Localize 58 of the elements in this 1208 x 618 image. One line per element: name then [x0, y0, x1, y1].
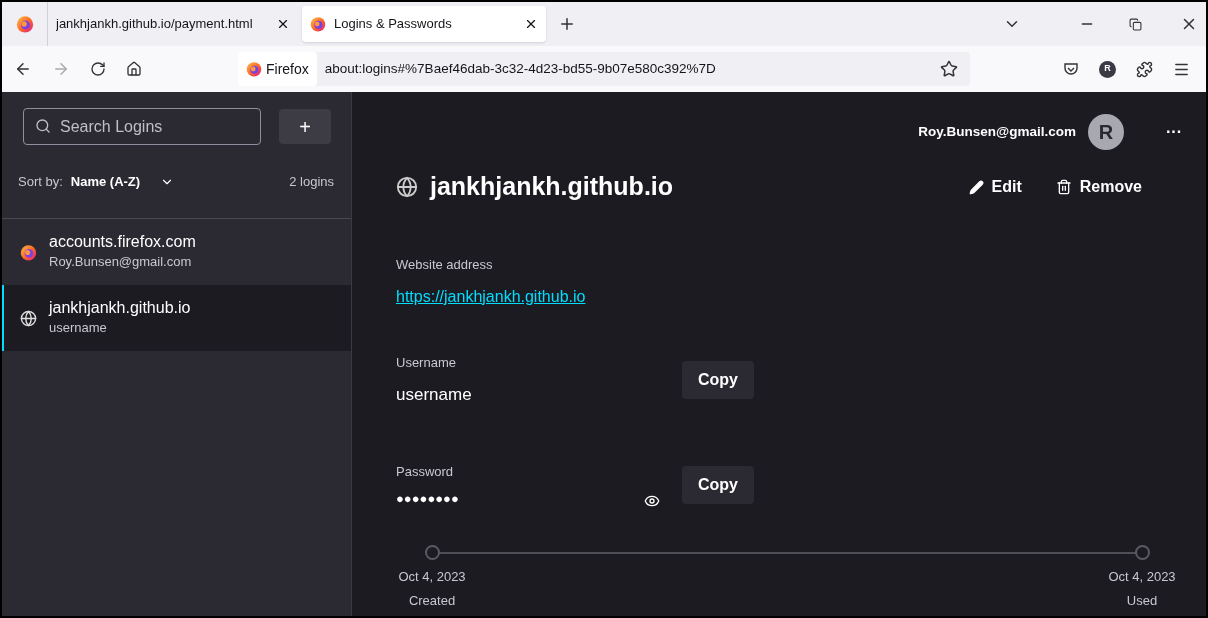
address-bar[interactable]: Firefox about:logins#%7Baef46dab-3c32-4d23-bd55-9b07e580c392%7D [238, 52, 970, 86]
firefox-logo-icon [20, 243, 37, 261]
more-menu-button[interactable]: ··· [1166, 120, 1182, 144]
back-icon[interactable] [14, 60, 32, 78]
field-label: Username [396, 353, 457, 372]
sort-label: Sort by: [18, 172, 63, 191]
login-count: 2 logins [289, 172, 334, 191]
password-value: ●●●●●●●● [396, 490, 459, 509]
pocket-icon[interactable] [1063, 61, 1079, 77]
identity-box[interactable]: Firefox [238, 52, 317, 86]
account-avatar[interactable]: R [1088, 114, 1124, 150]
copy-button[interactable]: Copy [682, 361, 754, 399]
globe-icon [20, 309, 37, 327]
remove-button[interactable]: Remove [1055, 175, 1142, 199]
account-avatar[interactable]: R [1099, 60, 1116, 78]
url-text: about:logins#%7Baef46dab-3c32-4d23-bd55-9b07e580c392%7D [324, 59, 717, 78]
login-site: jankhjankh.github.io [49, 298, 191, 319]
timeline-label: Created [408, 591, 456, 610]
field-label: Website address [396, 256, 494, 274]
timeline-date: Oct 4, 2023 [1108, 568, 1176, 586]
bookmark-star-icon[interactable] [940, 60, 958, 78]
login-username: Roy.Bunsen@gmail.com [49, 253, 193, 272]
new-tab-icon[interactable] [558, 15, 576, 33]
account-email: Roy.Bunsen@gmail.com [918, 122, 1076, 141]
close-icon[interactable] [276, 17, 290, 31]
login-username: username [49, 319, 108, 338]
firefox-logo-icon [310, 16, 326, 32]
home-icon[interactable] [126, 61, 142, 77]
search-field[interactable]: Search Logins [23, 108, 261, 145]
globe-icon [396, 176, 418, 198]
login-list-item[interactable]: jankhjankh.github.io username [2, 285, 351, 351]
restore-icon[interactable] [1129, 17, 1142, 31]
copy-button[interactable]: Copy [682, 466, 754, 505]
username-value: username [396, 384, 473, 406]
timeline-date: Oct 4, 2023 [398, 568, 466, 586]
timeline-label: Used [1126, 591, 1158, 610]
login-title: jankhjankh.github.io [430, 171, 674, 203]
browser-tab[interactable]: jankhjankh.github.io/payment.html [48, 6, 298, 42]
firefox-logo-icon [15, 15, 34, 33]
firefox-logo-icon [246, 61, 262, 77]
identity-label: Firefox [266, 59, 309, 79]
trash-icon [1055, 179, 1072, 195]
pencil-icon [968, 179, 984, 195]
search-icon [35, 118, 51, 134]
field-label: Password [396, 462, 455, 481]
close-icon[interactable] [524, 17, 538, 31]
website-link[interactable]: https://jankhjankh.github.io [396, 284, 586, 309]
browser-tab[interactable]: Logins & Passwords [302, 6, 546, 42]
tab-title: jankhjankh.github.io/payment.html [56, 15, 254, 34]
add-login-button[interactable]: + [279, 109, 331, 144]
sort-dropdown[interactable]: Name (A-Z) [70, 171, 175, 192]
login-site: accounts.firefox.com [49, 232, 196, 253]
extensions-icon[interactable] [1136, 60, 1153, 78]
login-list-item[interactable]: accounts.firefox.com Roy.Bunsen@gmail.com [2, 219, 351, 285]
reload-icon[interactable] [90, 61, 106, 77]
edit-button[interactable]: Edit [968, 175, 1022, 199]
tab-title: Logins & Passwords [334, 15, 453, 34]
show-password-icon[interactable] [644, 493, 660, 509]
